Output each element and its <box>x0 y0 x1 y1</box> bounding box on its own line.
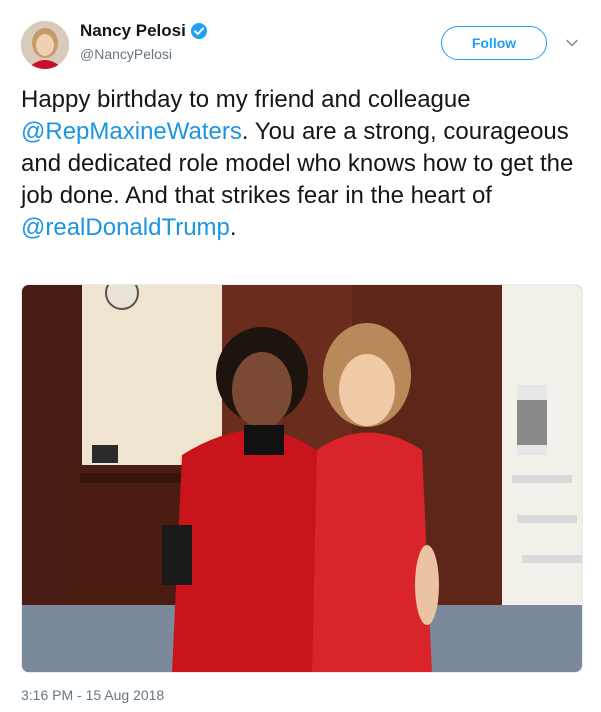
avatar-image <box>21 21 69 69</box>
tweet-text-segment: . <box>229 214 237 241</box>
photo-icon <box>22 285 582 672</box>
tweet-text: Happy birthday to my friend and colleagu… <box>21 84 581 244</box>
display-name[interactable]: Nancy Pelosi <box>80 20 186 42</box>
chevron-down-icon[interactable] <box>565 36 579 50</box>
mention-link-realdonaldtrump[interactable]: @realDonaldTrump <box>21 214 230 241</box>
avatar[interactable] <box>21 21 69 69</box>
tweet-card: Nancy Pelosi @NancyPelosi Follow Happy b… <box>0 0 601 712</box>
verified-badge-icon <box>190 22 208 40</box>
tweet-text-segment: Happy birthday to my friend and colleagu… <box>21 86 471 113</box>
tweet-timestamp[interactable]: 3:16 PM - 15 Aug 2018 <box>21 685 164 705</box>
name-block: Nancy Pelosi @NancyPelosi <box>80 20 208 64</box>
mention-link-repmaxinewaters[interactable]: @RepMaxineWaters <box>21 118 242 145</box>
tweet-header: Nancy Pelosi @NancyPelosi Follow <box>0 0 601 80</box>
tweet-photo[interactable] <box>21 284 583 673</box>
user-handle[interactable]: @NancyPelosi <box>80 44 208 64</box>
follow-button[interactable]: Follow <box>441 26 547 60</box>
